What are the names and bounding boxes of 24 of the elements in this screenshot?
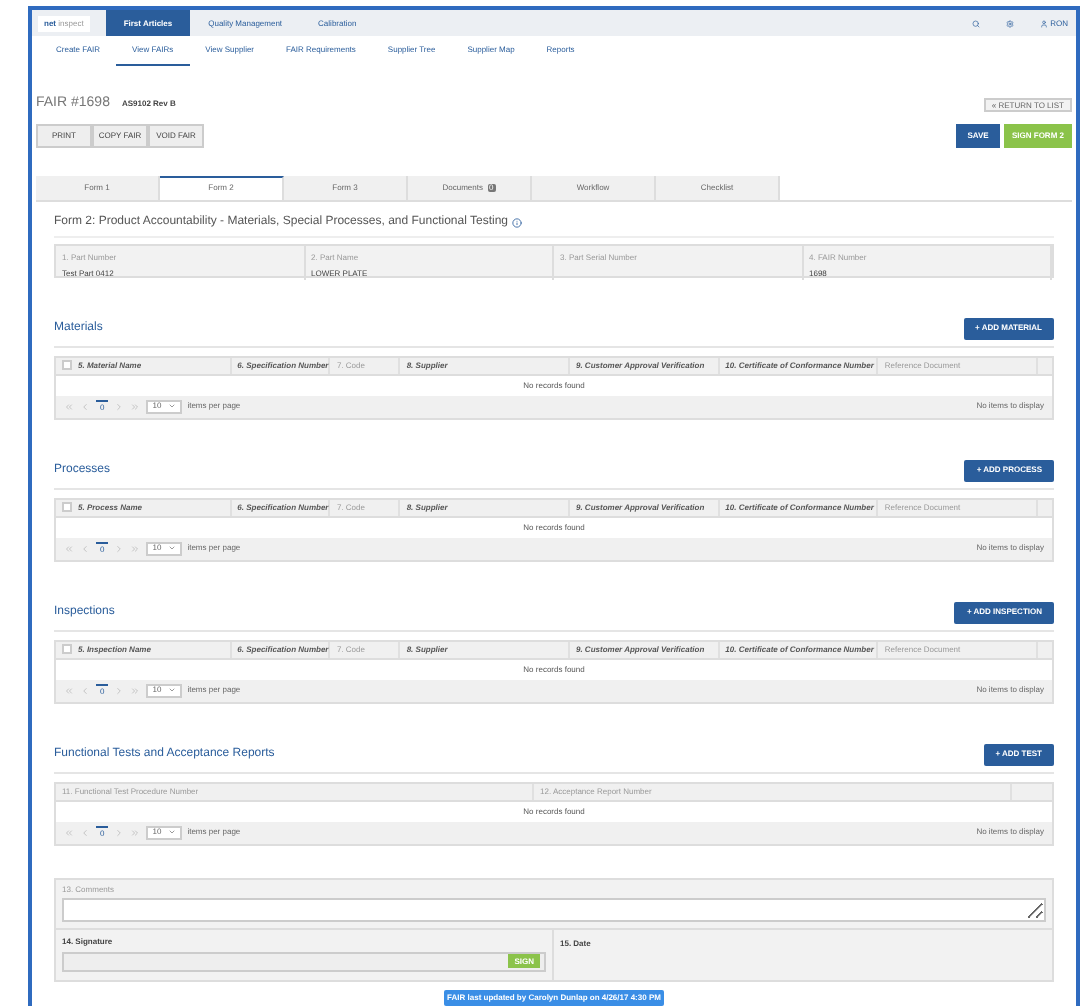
first-page-icon[interactable] [64,685,74,695]
select-all-checkbox[interactable] [62,360,72,370]
first-page-icon[interactable] [64,543,74,553]
next-page-icon[interactable] [114,685,125,695]
user-icon [1040,19,1049,27]
select-all-checkbox[interactable] [62,644,72,654]
select-all-checkbox[interactable] [62,502,72,512]
search-icon[interactable] [972,19,981,27]
first-page-icon[interactable] [64,401,74,411]
last-page-icon[interactable] [130,827,141,837]
settings-icon[interactable] [1006,19,1015,27]
next-page-icon[interactable] [114,543,125,553]
previous-page-icon[interactable] [80,543,90,553]
first-page-icon[interactable] [64,827,74,837]
info-icon[interactable] [512,217,522,227]
next-page-icon[interactable] [114,401,125,411]
last-page-icon[interactable] [130,685,141,695]
last-page-icon[interactable] [130,543,141,553]
previous-page-icon[interactable] [80,401,90,411]
next-page-icon[interactable] [114,827,125,837]
last-page-icon[interactable] [130,401,141,411]
previous-page-icon[interactable] [80,827,90,837]
previous-page-icon[interactable] [80,685,90,695]
comments-field[interactable] [62,897,1046,921]
